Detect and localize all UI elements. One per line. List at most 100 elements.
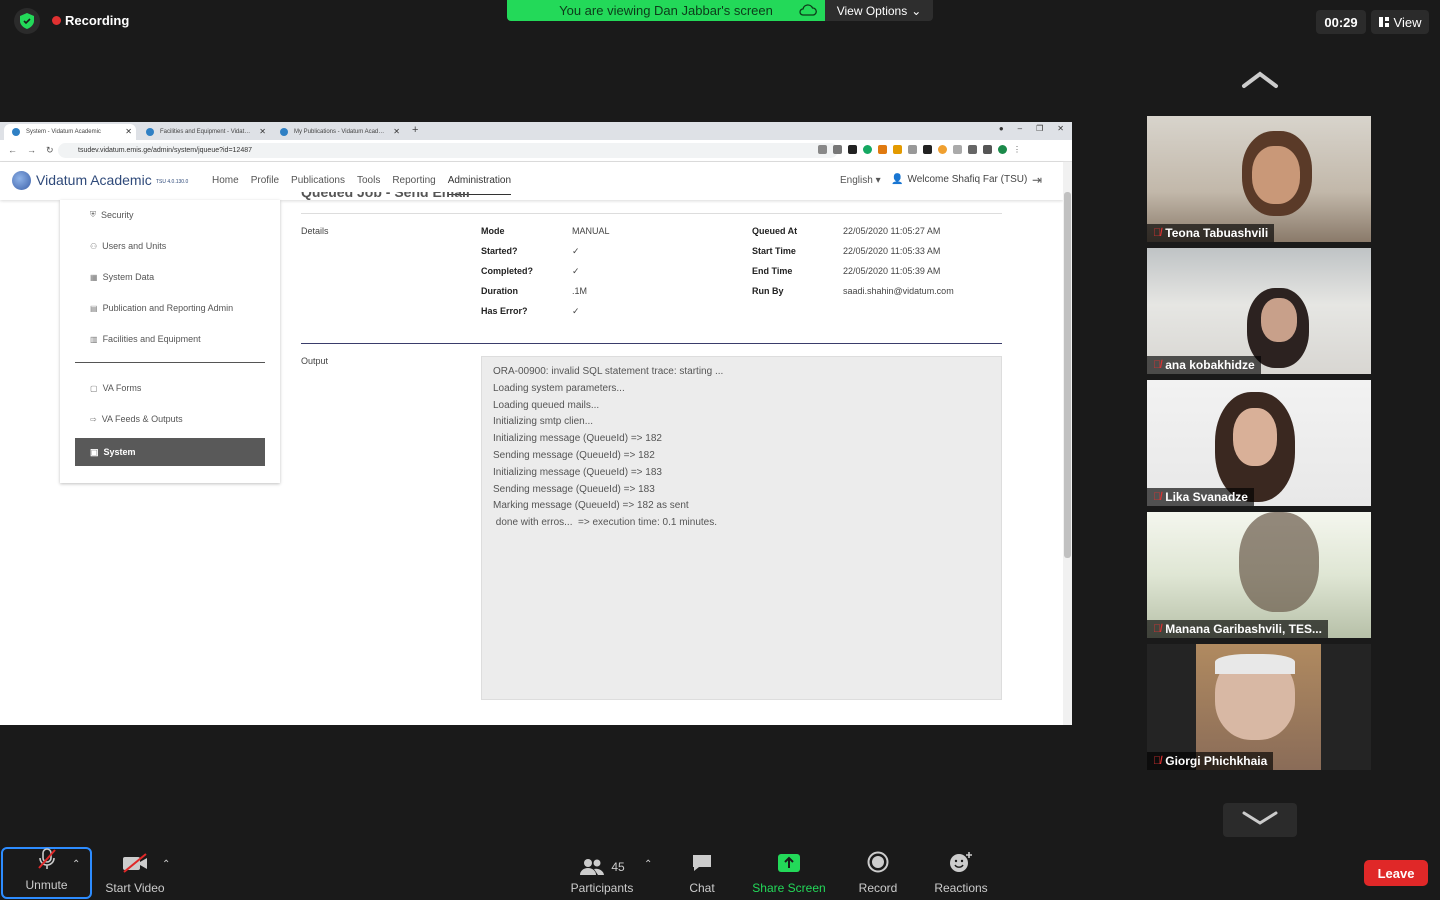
- page-title: Queued Job - Send Email: [301, 192, 470, 200]
- participant-tile[interactable]: 🎙̸ ana kobakhidze: [1147, 248, 1371, 374]
- menu-home[interactable]: Home: [212, 175, 239, 195]
- close-window-icon[interactable]: ✕: [1057, 124, 1064, 133]
- participant-tile[interactable]: 🎙̸ Lika Svanadze: [1147, 380, 1371, 506]
- output-textarea[interactable]: ORA-00900: invalid SQL statement trace: …: [481, 356, 1002, 700]
- share-screen-button[interactable]: Share Screen: [748, 847, 830, 900]
- extension-icon[interactable]: [908, 145, 917, 154]
- start-video-label: Start Video: [105, 881, 165, 895]
- viewing-banner: You are viewing Dan Jabbar's screen: [507, 0, 825, 21]
- minimize-icon[interactable]: –: [1018, 124, 1022, 133]
- unmute-button[interactable]: Unmute: [1, 847, 92, 899]
- scroll-down-button[interactable]: [1223, 803, 1297, 837]
- close-tab-icon[interactable]: ✕: [125, 127, 132, 136]
- extension-icon[interactable]: [878, 145, 887, 154]
- extension-icon[interactable]: [893, 145, 902, 154]
- browser-tab-system[interactable]: System - Vidatum Academic ✕: [4, 124, 136, 140]
- page-scrollbar[interactable]: [1063, 162, 1072, 725]
- close-tab-icon[interactable]: ✕: [393, 127, 400, 136]
- tab-title: System - Vidatum Academic: [26, 129, 101, 135]
- app-navbar: Vidatum Academic TSU 4.0.130.0 Home Prof…: [0, 162, 1063, 200]
- participants-button[interactable]: 45 Participants: [565, 847, 639, 900]
- nav-buttons: ← → ↻: [8, 145, 54, 156]
- logout-icon[interactable]: ⇥: [1032, 173, 1042, 187]
- language-selector[interactable]: English ▾: [840, 175, 881, 186]
- sidebar-item-label: System Data: [102, 272, 155, 282]
- tab-title: Facilities and Equipment - Vidat…: [160, 129, 251, 135]
- detail-label: Completed?: [481, 266, 534, 276]
- form-icon: ▢: [90, 383, 98, 393]
- url-input[interactable]: tsudev.vidatum.emis.ge/admin/system/jque…: [58, 143, 838, 158]
- reactions-button[interactable]: Reactions: [930, 847, 992, 900]
- sidebar-item-system[interactable]: ▣ System: [75, 438, 265, 466]
- chevron-up-icon[interactable]: [1240, 68, 1280, 92]
- favicon-icon: [146, 128, 154, 136]
- back-icon[interactable]: ←: [8, 145, 17, 156]
- leave-button[interactable]: Leave: [1364, 860, 1428, 886]
- video-off-icon: [122, 853, 148, 876]
- browser-tab-publications[interactable]: My Publications - Vidatum Acad… ✕: [272, 124, 404, 140]
- output-label: Output: [301, 356, 329, 366]
- details-label: Details: [301, 226, 329, 236]
- security-shield-icon[interactable]: [14, 8, 40, 34]
- export-icon: ⇨: [90, 414, 97, 424]
- participant-tile[interactable]: 🎙̸ Manana Garibashvili, TES...: [1147, 512, 1371, 638]
- participant-name: Manana Garibashvili, TES...: [1165, 622, 1322, 636]
- users-icon: ⚇: [90, 241, 98, 251]
- audio-options-caret-icon[interactable]: ⌃: [72, 859, 80, 870]
- caret-down-icon: ▾: [875, 175, 881, 186]
- unmute-label: Unmute: [25, 878, 68, 892]
- section-divider: [301, 343, 1002, 344]
- tab-title: My Publications - Vidatum Acad…: [294, 129, 385, 135]
- menu-profile[interactable]: Profile: [251, 175, 279, 195]
- new-tab-icon[interactable]: +: [412, 124, 418, 136]
- extension-icon[interactable]: [848, 145, 857, 154]
- chat-button[interactable]: Chat: [680, 847, 724, 900]
- participants-caret-icon[interactable]: ⌃: [644, 859, 652, 870]
- sidebar-item-security[interactable]: ⛨ Security: [90, 210, 134, 220]
- avatar[interactable]: [998, 145, 1007, 154]
- extension-icon[interactable]: [938, 145, 947, 154]
- start-video-button[interactable]: Start Video: [100, 847, 170, 900]
- mic-muted-icon: 🎙̸: [1153, 491, 1162, 503]
- participant-tile[interactable]: 🎙̸ Teona Tabuashvili: [1147, 116, 1371, 242]
- participant-name: ana kobakhidze: [1165, 358, 1255, 372]
- grid-view-icon: [1378, 15, 1389, 30]
- view-options-button[interactable]: View Options ⌄: [825, 0, 933, 21]
- forward-icon[interactable]: →: [27, 145, 36, 156]
- participant-video: [1239, 512, 1319, 612]
- sidebar-item-va-feeds[interactable]: ⇨ VA Feeds & Outputs: [90, 414, 183, 424]
- participant-hair: [1215, 654, 1295, 674]
- sidebar-item-system-data[interactable]: ▦ System Data: [90, 272, 154, 282]
- participant-name-label: 🎙̸ Teona Tabuashvili: [1147, 224, 1275, 242]
- sidebar-item-label: VA Forms: [102, 383, 142, 393]
- star-icon[interactable]: [833, 145, 842, 154]
- extension-icon[interactable]: [863, 145, 872, 154]
- sidebar-item-users-and-units[interactable]: ⚇ Users and Units: [90, 241, 166, 251]
- cloud-icon: [799, 3, 817, 20]
- extension-icon[interactable]: [968, 145, 977, 154]
- user-menu[interactable]: 👤 Welcome Shafiq Far (TSU): [891, 174, 1027, 185]
- sidebar-item-va-forms[interactable]: ▢ VA Forms: [90, 383, 141, 393]
- sidebar-item-publication-admin[interactable]: ▤ Publication and Reporting Admin: [90, 303, 233, 313]
- extension-icon[interactable]: [923, 145, 932, 154]
- app-brand[interactable]: Vidatum Academic: [36, 172, 152, 188]
- vidatum-logo[interactable]: [12, 171, 31, 190]
- reload-icon[interactable]: ↻: [46, 145, 54, 156]
- profile-icon[interactable]: ●: [999, 124, 1004, 133]
- extension-icon[interactable]: [953, 145, 962, 154]
- close-tab-icon[interactable]: ✕: [259, 127, 266, 136]
- detail-label: End Time: [752, 266, 793, 276]
- sidebar-item-facilities[interactable]: ▥ Facilities and Equipment: [90, 334, 201, 344]
- scrollbar-thumb[interactable]: [1064, 192, 1071, 558]
- participant-tile[interactable]: 🎙̸ Giorgi Phichkhaia: [1147, 644, 1371, 770]
- recording-indicator[interactable]: Recording: [52, 13, 129, 28]
- view-button[interactable]: View: [1371, 10, 1429, 34]
- browser-tab-facilities[interactable]: Facilities and Equipment - Vidat… ✕: [138, 124, 270, 140]
- zoom-icon[interactable]: [818, 145, 827, 154]
- app-version: TSU 4.0.130.0: [156, 179, 189, 185]
- video-options-caret-icon[interactable]: ⌃: [162, 859, 170, 870]
- record-button[interactable]: Record: [853, 847, 903, 900]
- puzzle-icon[interactable]: [983, 145, 992, 154]
- kebab-menu-icon[interactable]: ⋮: [1013, 145, 1022, 154]
- maximize-icon[interactable]: ❐: [1036, 124, 1043, 133]
